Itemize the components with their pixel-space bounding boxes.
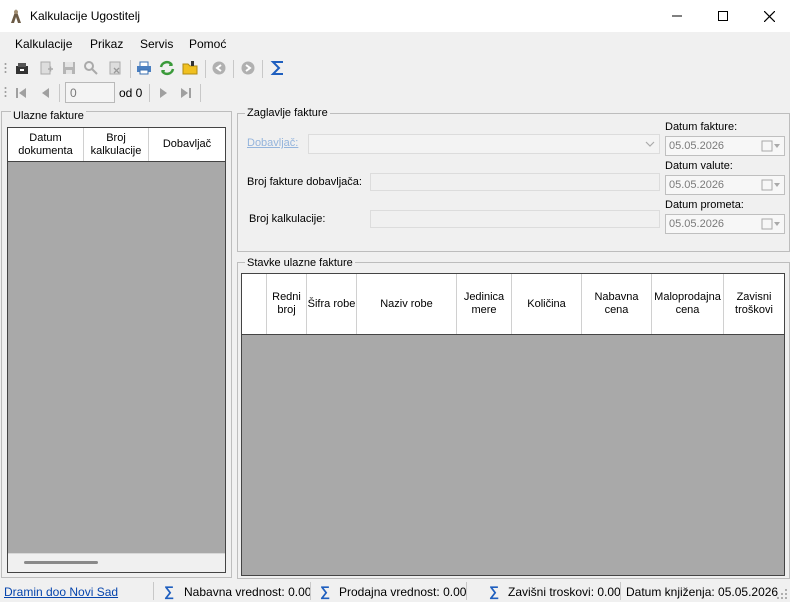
calendar-icon xyxy=(761,179,780,191)
calendar-icon xyxy=(761,218,780,230)
new-icon[interactable] xyxy=(38,60,54,76)
navigator-separator xyxy=(59,84,60,102)
invoice-date-picker[interactable]: 05.05.2026 xyxy=(665,136,785,156)
dependent-costs-value: Zavišni troskovi: 0.00 xyxy=(508,585,621,599)
turnover-date-label: Datum prometa: xyxy=(665,199,744,211)
menu-bar: Kalkulacije Prikaz Servis Pomoć xyxy=(0,33,790,55)
menu-kalkulacije[interactable]: Kalkulacije xyxy=(15,37,72,51)
column-header[interactable]: Količina xyxy=(512,274,582,334)
window-title: Kalkulacije Ugostitelj xyxy=(30,9,141,23)
forward-icon[interactable] xyxy=(240,60,256,76)
status-separator xyxy=(153,582,154,600)
search-icon[interactable] xyxy=(83,60,99,76)
menu-pomoc[interactable]: Pomoć xyxy=(189,37,226,51)
close-button[interactable] xyxy=(746,0,790,32)
invoices-grid[interactable]: Datum dokumenta Broj kalkulacije Dobavlj… xyxy=(7,127,226,573)
next-record-icon[interactable] xyxy=(157,87,169,99)
toolbar-separator xyxy=(205,60,206,78)
folder-icon[interactable] xyxy=(182,60,198,76)
navigator-grip xyxy=(4,87,7,97)
column-header[interactable]: Zavisni troškovi xyxy=(724,274,784,334)
supplier-invoice-label: Broj fakture dobavljača: xyxy=(247,176,362,188)
value-date-label: Datum valute: xyxy=(665,160,733,172)
turnover-date-picker[interactable]: 05.05.2026 xyxy=(665,214,785,234)
items-grid-header: Redni broj Šifra robe Naziv robe Jedinic… xyxy=(242,274,784,335)
supplier-link[interactable]: Dobavljač: xyxy=(247,137,298,149)
export-icon[interactable] xyxy=(107,60,123,76)
scrollbar-thumb[interactable] xyxy=(24,561,98,564)
invoices-grid-header: Datum dokumenta Broj kalkulacije Dobavlj… xyxy=(8,128,225,162)
toolbar-separator xyxy=(130,60,131,78)
menu-prikaz[interactable]: Prikaz xyxy=(90,37,123,51)
maximize-button[interactable] xyxy=(700,0,746,32)
value-date-picker[interactable]: 05.05.2026 xyxy=(665,175,785,195)
column-header[interactable]: Jedinica mere xyxy=(457,274,512,334)
column-header[interactable]: Redni broj xyxy=(267,274,307,334)
position-value: 0 xyxy=(70,86,77,100)
company-link[interactable]: Dramin doo Novi Sad xyxy=(4,585,118,599)
refresh-icon[interactable] xyxy=(159,60,175,76)
toolbar-separator xyxy=(262,60,263,78)
invoice-header-title: Zaglavlje fakture xyxy=(245,107,330,119)
maximize-icon xyxy=(718,11,728,21)
resize-grip-icon[interactable] xyxy=(776,588,788,600)
invoice-date-label: Datum fakture: xyxy=(665,121,738,133)
row-selector-header xyxy=(242,274,267,334)
first-record-icon[interactable] xyxy=(15,87,27,99)
position-input[interactable]: 0 xyxy=(65,82,115,103)
posting-date: Datum knjiženja: 05.05.2026 xyxy=(626,585,779,599)
column-header[interactable]: Nabavna cena xyxy=(582,274,652,334)
calendar-dropdown[interactable] xyxy=(759,216,783,232)
record-count-label: od 0 xyxy=(119,86,143,100)
column-header[interactable]: Naziv robe xyxy=(357,274,457,334)
calc-number-input[interactable] xyxy=(370,210,660,228)
sum-icon: ∑ xyxy=(164,583,174,599)
status-separator xyxy=(466,582,467,600)
incoming-invoices-title: Ulazne fakture xyxy=(11,110,86,122)
column-header[interactable]: Šifra robe xyxy=(307,274,357,334)
value-date-value: 05.05.2026 xyxy=(669,179,725,191)
open-icon[interactable] xyxy=(14,60,30,76)
status-separator xyxy=(310,582,311,600)
sum-icon[interactable] xyxy=(270,60,286,76)
print-icon[interactable] xyxy=(136,60,152,76)
app-icon xyxy=(11,9,21,23)
invoice-items-title: Stavke ulazne fakture xyxy=(245,257,355,269)
calc-number-label: Broj kalkulacije: xyxy=(249,213,326,225)
supplier-invoice-input[interactable] xyxy=(370,173,660,191)
navigator-separator xyxy=(149,84,150,102)
back-icon[interactable] xyxy=(211,60,227,76)
sales-value: Prodajna vrednost: 0.00 xyxy=(339,585,467,599)
column-header[interactable]: Broj kalkulacije xyxy=(84,128,149,161)
minimize-icon xyxy=(672,15,682,17)
sum-icon: ∑ xyxy=(320,583,330,599)
menu-servis[interactable]: Servis xyxy=(140,37,173,51)
record-navigator: 0 od 0 xyxy=(0,81,790,105)
navigator-separator xyxy=(200,84,201,102)
column-header[interactable]: Dobavljač xyxy=(149,128,225,161)
minimize-button[interactable] xyxy=(654,0,700,32)
purchase-value: Nabavna vrednost: 0.00 xyxy=(184,585,312,599)
invoice-date-value: 05.05.2026 xyxy=(669,140,725,152)
close-icon xyxy=(763,10,775,22)
items-grid[interactable]: Redni broj Šifra robe Naziv robe Jedinic… xyxy=(241,273,785,576)
calendar-dropdown[interactable] xyxy=(759,177,783,193)
chevron-down-icon xyxy=(645,141,655,147)
supplier-combobox[interactable] xyxy=(308,134,660,154)
turnover-date-value: 05.05.2026 xyxy=(669,218,725,230)
column-header[interactable]: Datum dokumenta xyxy=(8,128,84,161)
status-bar: Dramin doo Novi Sad ∑ Nabavna vrednost: … xyxy=(0,580,790,602)
status-separator xyxy=(620,582,621,600)
title-bar: Kalkulacije Ugostitelj xyxy=(0,0,790,32)
column-header[interactable]: Maloprodajna cena xyxy=(652,274,724,334)
calendar-icon xyxy=(761,140,780,152)
sum-icon: ∑ xyxy=(489,583,499,599)
horizontal-scrollbar[interactable] xyxy=(8,553,225,572)
calendar-dropdown[interactable] xyxy=(759,138,783,154)
previous-record-icon[interactable] xyxy=(40,87,52,99)
last-record-icon[interactable] xyxy=(180,87,192,99)
toolbar-separator xyxy=(233,60,234,78)
toolbar xyxy=(0,57,790,81)
save-icon[interactable] xyxy=(61,60,77,76)
